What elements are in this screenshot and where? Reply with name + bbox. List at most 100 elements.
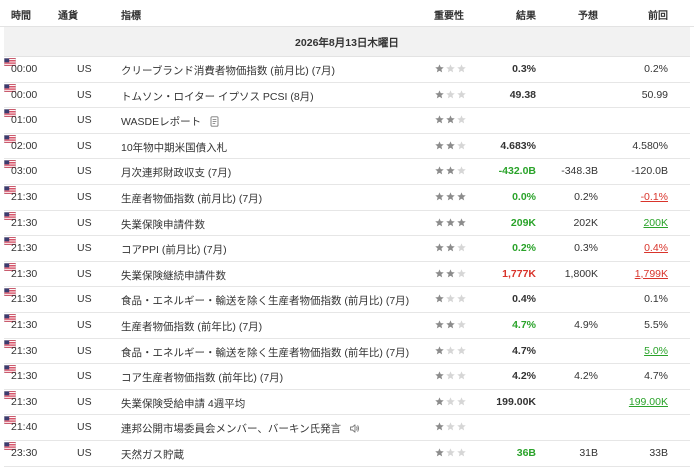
star-empty-icon bbox=[457, 294, 466, 303]
event-name-link[interactable]: 失業保険申請件数 bbox=[121, 217, 205, 232]
table-row[interactable]: 21:30 US 生産者物価指数 (前年比) (7月) 4.7% 4.9% 5.5% bbox=[4, 313, 690, 339]
event-name-link[interactable]: 生産者物価指数 (前年比) (7月) bbox=[121, 319, 262, 334]
previous-value: 1,799K bbox=[634, 267, 668, 280]
event-name-cell[interactable]: トムソン・ロイター イプソス PCSI (8月) bbox=[121, 89, 314, 104]
event-name-link[interactable]: 食品・エネルギー・輸送を除く生産者物価指数 (前年比) (7月) bbox=[121, 345, 409, 360]
forecast-value: -348.3B bbox=[561, 165, 598, 178]
previous-value: 4.580% bbox=[632, 139, 668, 152]
star-filled-icon bbox=[435, 371, 444, 380]
importance-stars bbox=[435, 217, 466, 227]
speaker-icon[interactable] bbox=[349, 423, 360, 434]
star-empty-icon bbox=[457, 115, 466, 124]
actual-value: 49.38 bbox=[509, 88, 536, 101]
event-name-cell[interactable]: 10年物中期米国債入札 bbox=[121, 140, 227, 155]
table-row[interactable]: 01:00 US WASDEレポート bbox=[4, 108, 690, 134]
star-filled-icon bbox=[435, 192, 444, 201]
star-filled-icon bbox=[446, 192, 455, 201]
actual-value: -432.0B bbox=[498, 165, 536, 178]
event-name-cell[interactable]: コアPPI (前月比) (7月) bbox=[121, 242, 227, 257]
table-row[interactable]: 21:30 US 失業保険申請件数 209K 202K 200K bbox=[4, 211, 690, 237]
table-row[interactable]: 00:00 US クリーブランド消費者物価指数 (前月比) (7月) 0.3% 0.2% bbox=[4, 57, 690, 83]
event-name-cell[interactable]: 失業保険継続申請件数 bbox=[121, 268, 226, 283]
event-name-link[interactable]: 10年物中期米国債入札 bbox=[121, 140, 227, 155]
importance-stars bbox=[435, 448, 466, 457]
event-name-link[interactable]: 月次連邦財政収支 (7月) bbox=[121, 165, 231, 180]
header-indicator: 指標 bbox=[121, 11, 141, 22]
header-previous: 前回 bbox=[648, 11, 668, 22]
importance-stars bbox=[435, 243, 466, 252]
previous-value: 200K bbox=[643, 216, 668, 229]
event-time: 23:30 bbox=[11, 446, 38, 459]
star-filled-icon bbox=[446, 243, 455, 252]
star-empty-icon bbox=[457, 243, 466, 252]
previous-value: 0.4% bbox=[644, 242, 668, 255]
event-name-cell[interactable]: 食品・エネルギー・輸送を除く生産者物価指数 (前年比) (7月) bbox=[121, 345, 409, 360]
table-row[interactable]: 23:30 US 天然ガス貯蔵 36B 31B 33B bbox=[4, 441, 690, 467]
star-filled-icon bbox=[446, 166, 455, 175]
event-name-link[interactable]: トムソン・ロイター イプソス PCSI (8月) bbox=[121, 89, 314, 104]
star-empty-icon bbox=[446, 64, 455, 73]
table-row[interactable]: 02:00 US 10年物中期米国債入札 4.683% 4.580% bbox=[4, 134, 690, 160]
event-time: 21:30 bbox=[11, 242, 38, 255]
table-row[interactable]: 21:30 US 生産者物価指数 (前月比) (7月) 0.0% 0.2% -0.1% bbox=[4, 185, 690, 211]
table-row[interactable]: 21:30 US 失業保険継続申請件数 1,777K 1,800K 1,799K bbox=[4, 262, 690, 288]
star-filled-icon bbox=[435, 64, 444, 73]
star-empty-icon bbox=[457, 320, 466, 329]
event-time: 00:00 bbox=[11, 63, 38, 75]
actual-value: 4.683% bbox=[500, 139, 536, 152]
actual-value: 0.3% bbox=[512, 63, 536, 75]
event-currency: US bbox=[77, 267, 92, 280]
event-name-cell[interactable]: WASDEレポート bbox=[121, 114, 220, 129]
table-row[interactable]: 21:30 US 食品・エネルギー・輸送を除く生産者物価指数 (前月比) (7月) 0… bbox=[4, 287, 690, 313]
star-filled-icon bbox=[435, 422, 444, 431]
table-row[interactable]: 00:00 US トムソン・ロイター イプソス PCSI (8月) 49.38 50.9… bbox=[4, 83, 690, 109]
header-forecast: 予想 bbox=[578, 11, 598, 22]
table-row[interactable]: 21:30 US 食品・エネルギー・輸送を除く生産者物価指数 (前年比) (7月) 4… bbox=[4, 339, 690, 365]
event-name-cell[interactable]: 生産者物価指数 (前年比) (7月) bbox=[121, 319, 262, 334]
event-name-cell[interactable]: クリーブランド消費者物価指数 (前月比) (7月) bbox=[121, 63, 335, 78]
table-row[interactable]: 21:30 US コアPPI (前月比) (7月) 0.2% 0.3% 0.4% bbox=[4, 236, 690, 262]
event-name-link[interactable]: コアPPI (前月比) (7月) bbox=[121, 242, 227, 257]
event-name-link[interactable]: 失業保険受給申請 4週平均 bbox=[121, 396, 245, 411]
event-name-link[interactable]: 食品・エネルギー・輸送を除く生産者物価指数 (前月比) (7月) bbox=[121, 293, 409, 308]
event-name-link[interactable]: 天然ガス貯蔵 bbox=[121, 447, 184, 462]
star-empty-icon bbox=[446, 371, 455, 380]
event-name-cell[interactable]: 失業保険受給申請 4週平均 bbox=[121, 396, 245, 411]
star-empty-icon bbox=[446, 345, 455, 354]
event-currency: US bbox=[77, 216, 92, 229]
previous-value: 5.5% bbox=[644, 318, 668, 331]
event-name-cell[interactable]: 月次連邦財政収支 (7月) bbox=[121, 165, 231, 180]
importance-stars bbox=[435, 269, 466, 278]
event-name-cell[interactable]: 連邦公開市場委員会メンバー、バーキン氏発言 bbox=[121, 421, 360, 436]
star-empty-icon bbox=[457, 345, 466, 354]
event-time: 21:40 bbox=[11, 421, 38, 434]
event-name-link[interactable]: クリーブランド消費者物価指数 (前月比) (7月) bbox=[121, 63, 335, 78]
star-empty-icon bbox=[446, 448, 455, 457]
actual-value: 199.00K bbox=[496, 395, 536, 408]
event-name-cell[interactable]: 生産者物価指数 (前月比) (7月) bbox=[121, 191, 262, 206]
event-list: 00:00 US クリーブランド消費者物価指数 (前月比) (7月) 0.3% 0.2%… bbox=[0, 57, 694, 467]
event-name-link[interactable]: 失業保険継続申請件数 bbox=[121, 268, 226, 283]
event-name-cell[interactable]: コア生産者物価指数 (前年比) (7月) bbox=[121, 370, 283, 385]
header-actual: 結果 bbox=[516, 11, 536, 22]
table-row[interactable]: 21:30 US 失業保険受給申請 4週平均 199.00K 199.00K bbox=[4, 390, 690, 416]
actual-value: 0.0% bbox=[512, 190, 536, 203]
event-name-link[interactable]: コア生産者物価指数 (前年比) (7月) bbox=[121, 370, 283, 385]
event-time: 21:30 bbox=[11, 370, 38, 383]
event-name-cell[interactable]: 失業保険申請件数 bbox=[121, 217, 205, 232]
event-name-cell[interactable]: 天然ガス貯蔵 bbox=[121, 447, 184, 462]
event-time: 21:30 bbox=[11, 318, 38, 331]
table-row[interactable]: 21:30 US コア生産者物価指数 (前年比) (7月) 4.2% 4.2% 4.7% bbox=[4, 364, 690, 390]
star-empty-icon bbox=[457, 422, 466, 431]
table-row[interactable]: 21:40 US 連邦公開市場委員会メンバー、バーキン氏発言 bbox=[4, 415, 690, 441]
event-name-cell[interactable]: 食品・エネルギー・輸送を除く生産者物価指数 (前月比) (7月) bbox=[121, 293, 409, 308]
event-time: 03:00 bbox=[11, 165, 38, 178]
event-name-link[interactable]: 連邦公開市場委員会メンバー、バーキン氏発言 bbox=[121, 421, 341, 436]
table-row[interactable]: 03:00 US 月次連邦財政収支 (7月) -432.0B -348.3B -120.0… bbox=[4, 159, 690, 185]
event-name-link[interactable]: 生産者物価指数 (前月比) (7月) bbox=[121, 191, 262, 206]
star-filled-icon bbox=[435, 115, 444, 124]
previous-value: 4.7% bbox=[644, 370, 668, 383]
event-name-link[interactable]: WASDEレポート bbox=[121, 114, 201, 129]
star-filled-icon bbox=[446, 320, 455, 329]
document-icon[interactable] bbox=[209, 116, 220, 127]
